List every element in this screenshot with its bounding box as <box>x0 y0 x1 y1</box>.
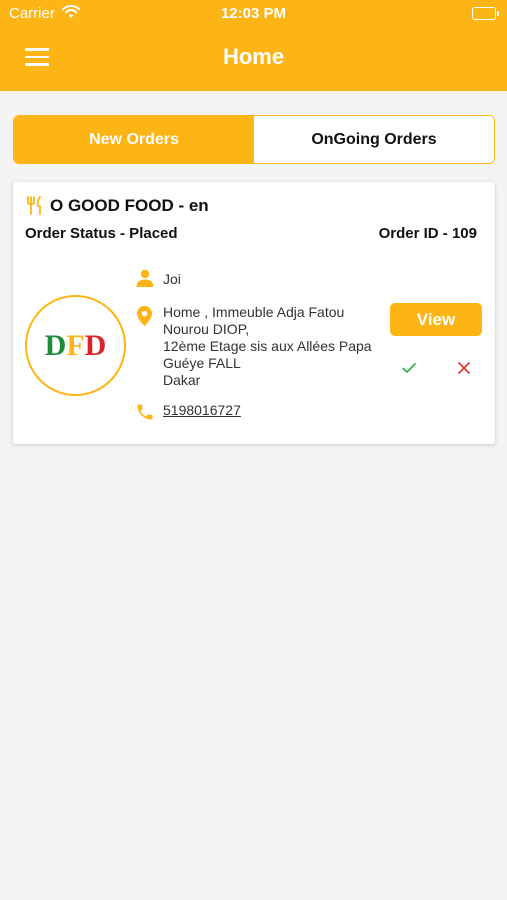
customer-name: Joi <box>163 271 181 287</box>
order-card: O GOOD FOOD - en Order Status - Placed O… <box>13 182 495 444</box>
order-id: Order ID - 109 <box>378 225 477 242</box>
phone-icon <box>135 402 155 427</box>
delivery-address: Home , Immeuble Adja Fatou Nourou DIOP, … <box>163 304 372 388</box>
battery-icon <box>472 7 499 20</box>
checkmark-icon[interactable] <box>400 359 418 382</box>
phone-number-link[interactable]: 5198016727 <box>163 402 241 418</box>
status-bar: Carrier 12:03 PM <box>0 0 507 28</box>
close-icon[interactable] <box>455 359 473 382</box>
restaurant-name: O GOOD FOOD - en <box>50 196 209 215</box>
order-status: Order Status - Placed <box>25 225 178 242</box>
fork-knife-icon <box>26 196 44 220</box>
tab-new-orders[interactable]: New Orders <box>14 116 254 163</box>
order-tabs: New Orders OnGoing Orders <box>13 115 495 164</box>
restaurant-logo: DFD <box>25 295 126 396</box>
person-icon <box>135 268 155 293</box>
view-order-button[interactable]: View <box>390 303 482 336</box>
page-title: Home <box>222 44 285 69</box>
app-header: Carrier 12:03 PM Home <box>0 0 507 91</box>
tab-ongoing-orders[interactable]: OnGoing Orders <box>254 116 494 163</box>
status-time: 12:03 PM <box>220 5 287 22</box>
location-pin-icon <box>136 305 153 332</box>
